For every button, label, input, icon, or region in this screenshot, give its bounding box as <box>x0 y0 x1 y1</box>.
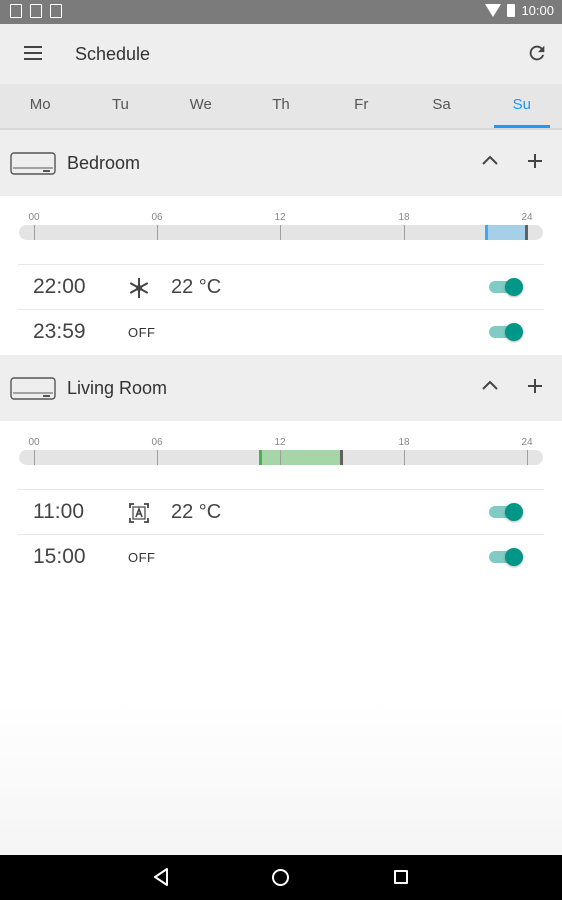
day-tabs: Mo Tu We Th Fr Sa Su <box>0 84 562 128</box>
add-schedule-button[interactable] <box>526 152 544 170</box>
air-conditioner-icon <box>10 377 56 400</box>
back-icon[interactable] <box>153 867 169 887</box>
auto-mode-icon <box>129 503 149 523</box>
entry-enabled-toggle[interactable] <box>489 548 525 566</box>
timeline-bedroom: 00 06 12 18 24 <box>0 196 562 264</box>
image-notification-icon <box>10 4 22 18</box>
room-name: Bedroom <box>67 153 141 173</box>
battery-icon <box>507 4 516 17</box>
air-conditioner-icon <box>10 152 56 175</box>
recent-apps-icon[interactable] <box>394 870 408 884</box>
snowflake-icon <box>129 278 149 298</box>
entry-time: 22:00 <box>33 275 86 298</box>
tick-label: 12 <box>274 212 286 223</box>
entry-temperature: 22 °C <box>171 276 222 298</box>
status-time: 10:00 <box>521 3 554 18</box>
tick-label: 24 <box>521 212 533 223</box>
room-header-bedroom: Bedroom <box>0 130 562 196</box>
schedule-entry[interactable]: 11:00 22 °C <box>18 489 544 534</box>
segment-start-marker <box>258 450 262 465</box>
timeline-tick <box>404 225 405 240</box>
timeline-tick <box>34 225 35 240</box>
navigation-bar <box>0 855 562 900</box>
tab-thursday[interactable]: Th <box>241 84 321 128</box>
tick-label: 24 <box>521 437 533 448</box>
entry-enabled-toggle[interactable] <box>489 323 525 341</box>
tab-monday[interactable]: Mo <box>0 84 80 128</box>
entry-time: 15:00 <box>33 545 86 568</box>
timeline-tick <box>34 450 35 465</box>
app-bar: Schedule <box>0 24 562 84</box>
entry-off-label: OFF <box>128 325 156 340</box>
timeline-tick <box>280 225 281 240</box>
segment-end-marker <box>340 450 344 465</box>
wifi-icon <box>485 4 502 17</box>
schedule-entry[interactable]: 15:00 OFF <box>18 534 544 579</box>
timeline-tick <box>157 450 158 465</box>
entry-enabled-toggle[interactable] <box>489 503 525 521</box>
tab-saturday[interactable]: Sa <box>401 84 481 128</box>
tick-label: 06 <box>151 437 163 448</box>
schedule-segment <box>259 450 343 465</box>
tab-sunday[interactable]: Su <box>482 84 562 128</box>
tick-label: 00 <box>28 437 40 448</box>
tick-label: 18 <box>398 212 410 223</box>
schedule-entry[interactable]: 23:59 OFF <box>18 309 544 354</box>
room-name: Living Room <box>67 378 168 398</box>
timeline-tick <box>157 225 158 240</box>
schedule-segment <box>485 225 527 240</box>
entry-time: 11:00 <box>33 500 84 523</box>
menu-icon[interactable] <box>24 46 42 60</box>
task-notification-icon <box>50 4 62 18</box>
background-fade <box>0 700 562 855</box>
status-bar: 10:00 <box>0 0 562 24</box>
tick-label: 06 <box>151 212 163 223</box>
entry-enabled-toggle[interactable] <box>489 278 525 296</box>
timeline-track <box>19 225 543 240</box>
refresh-icon[interactable] <box>526 42 548 64</box>
entry-temperature: 22 °C <box>171 501 222 523</box>
tab-tuesday[interactable]: Tu <box>80 84 160 128</box>
tab-friday[interactable]: Fr <box>321 84 401 128</box>
page-title: Schedule <box>75 44 151 64</box>
tick-label: 12 <box>274 437 286 448</box>
tick-label: 18 <box>398 437 410 448</box>
segment-end-marker <box>524 225 528 240</box>
chevron-up-icon[interactable] <box>480 153 500 167</box>
download-notification-icon <box>30 4 42 18</box>
schedule-entry[interactable]: 22:00 22 °C <box>18 264 544 309</box>
entry-off-label: OFF <box>128 550 156 565</box>
add-schedule-button[interactable] <box>526 377 544 395</box>
home-icon[interactable] <box>272 869 289 886</box>
timeline-tick <box>527 450 528 465</box>
room-header-living-room: Living Room <box>0 355 562 421</box>
timeline-living-room: 00 06 12 18 24 <box>0 421 562 489</box>
tick-label: 00 <box>28 212 40 223</box>
segment-start-marker <box>484 225 488 240</box>
entry-time: 23:59 <box>33 320 86 343</box>
timeline-tick <box>280 450 281 465</box>
chevron-up-icon[interactable] <box>480 378 500 392</box>
tab-wednesday[interactable]: We <box>161 84 241 128</box>
timeline-tick <box>404 450 405 465</box>
